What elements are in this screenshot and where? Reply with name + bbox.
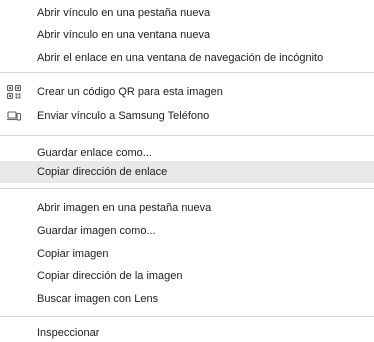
menu-item-inspect[interactable]: Inspeccionar bbox=[0, 322, 374, 342]
menu-item-save-image-as[interactable]: Guardar imagen como... bbox=[0, 220, 374, 242]
menu-item-search-image-lens[interactable]: Buscar imagen con Lens bbox=[0, 288, 374, 310]
menu-item-label: Abrir vínculo en una pestaña nueva bbox=[37, 7, 211, 19]
qr-code-icon bbox=[6, 84, 22, 100]
menu-item-open-link-new-window[interactable]: Abrir vínculo en una ventana nueva bbox=[0, 24, 374, 46]
menu-item-label: Buscar imagen con Lens bbox=[37, 293, 159, 305]
context-menu: Abrir vínculo en una pestaña nueva Abrir… bbox=[0, 0, 374, 342]
menu-item-label: Abrir imagen en una pestaña nueva bbox=[37, 202, 212, 214]
send-to-device-icon bbox=[7, 109, 22, 123]
menu-item-label: Crear un código QR para esta imagen bbox=[37, 86, 223, 98]
menu-item-label: Guardar enlace como... bbox=[37, 147, 152, 159]
menu-item-copy-image-address[interactable]: Copiar dirección de la imagen bbox=[0, 265, 374, 287]
menu-item-label: Enviar vínculo a Samsung Teléfono bbox=[37, 110, 210, 122]
menu-item-label: Abrir el enlace en una ventana de navega… bbox=[37, 52, 324, 64]
menu-item-label: Copiar dirección de enlace bbox=[37, 166, 168, 178]
menu-item-label: Copiar dirección de la imagen bbox=[37, 270, 183, 282]
menu-separator bbox=[0, 72, 374, 73]
menu-separator bbox=[0, 188, 374, 189]
menu-separator bbox=[0, 135, 374, 136]
menu-item-open-image-new-tab[interactable]: Abrir imagen en una pestaña nueva bbox=[0, 197, 374, 219]
menu-item-label: Copiar imagen bbox=[37, 248, 109, 260]
menu-item-label: Guardar imagen como... bbox=[37, 225, 156, 237]
menu-item-copy-link-address[interactable]: Copiar dirección de enlace bbox=[0, 161, 374, 183]
menu-item-create-qr-code[interactable]: Crear un código QR para esta imagen bbox=[0, 81, 374, 103]
menu-item-open-link-incognito[interactable]: Abrir el enlace en una ventana de navega… bbox=[0, 47, 374, 69]
menu-item-open-link-new-tab[interactable]: Abrir vínculo en una pestaña nueva bbox=[0, 2, 374, 24]
menu-item-label: Inspeccionar bbox=[37, 327, 100, 339]
menu-item-label: Abrir vínculo en una ventana nueva bbox=[37, 29, 211, 41]
menu-separator bbox=[0, 316, 374, 317]
menu-item-send-to-device[interactable]: Enviar vínculo a Samsung Teléfono bbox=[0, 105, 374, 127]
menu-item-copy-image[interactable]: Copiar imagen bbox=[0, 243, 374, 265]
